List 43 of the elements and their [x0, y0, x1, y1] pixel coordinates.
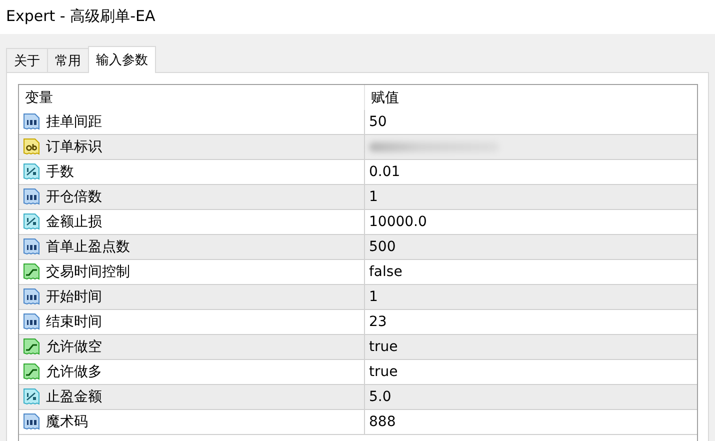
- parameter-name: 魔术码: [46, 413, 88, 431]
- parameter-name: 手数: [46, 163, 74, 181]
- type-icon: [23, 138, 40, 156]
- toggle-icon: [23, 338, 40, 356]
- parameter-value[interactable]: 10000.0: [369, 214, 427, 230]
- type-icon: [23, 113, 40, 131]
- parameter-name: 允许做多: [46, 363, 102, 381]
- parameter-name: 挂单间距: [46, 113, 102, 131]
- parameter-name: 允许做空: [46, 338, 102, 356]
- parameter-name: 金额止损: [46, 213, 102, 231]
- tab[interactable]: 输入参数: [88, 46, 156, 73]
- parameter-value[interactable]: true: [369, 364, 398, 380]
- parameter-name: 首单止盈点数: [46, 238, 130, 256]
- type-icon: [23, 313, 40, 331]
- toggle-icon: [23, 363, 40, 381]
- type-icon: [23, 188, 40, 206]
- parameter-value[interactable]: 1: [369, 289, 378, 305]
- parameter-name: 订单标识: [46, 138, 102, 156]
- parameter-value[interactable]: 0.01: [369, 164, 400, 180]
- type-icon: [23, 213, 40, 231]
- type-icon: [23, 163, 40, 181]
- type-icon: [23, 413, 40, 431]
- parameter-name: 开仓倍数: [46, 188, 102, 206]
- parameter-value[interactable]: 1: [369, 189, 378, 205]
- parameter-value[interactable]: true: [369, 339, 398, 355]
- toggle-icon: [23, 263, 40, 281]
- window-title: Expert - 高级刷单-EA: [6, 7, 156, 25]
- parameter-name: 交易时间控制: [46, 263, 130, 281]
- parameter-value[interactable]: false: [369, 264, 402, 280]
- type-icon: [23, 388, 40, 406]
- column-header: 赋值: [371, 88, 399, 106]
- parameter-name: 开始时间: [46, 288, 102, 306]
- parameter-value[interactable]: 500: [369, 239, 396, 255]
- type-icon: [23, 238, 40, 256]
- parameter-value[interactable]: 5.0: [369, 389, 392, 405]
- tab[interactable]: 关于: [6, 48, 48, 72]
- parameter-value[interactable]: 888: [369, 414, 396, 430]
- type-icon: [23, 288, 40, 306]
- column-header: 变量: [25, 88, 53, 106]
- parameter-name: 止盈金额: [46, 388, 102, 406]
- parameter-value[interactable]: 23: [369, 314, 387, 330]
- parameter-value[interactable]: 50: [369, 114, 387, 130]
- parameter-name: 结束时间: [46, 313, 102, 331]
